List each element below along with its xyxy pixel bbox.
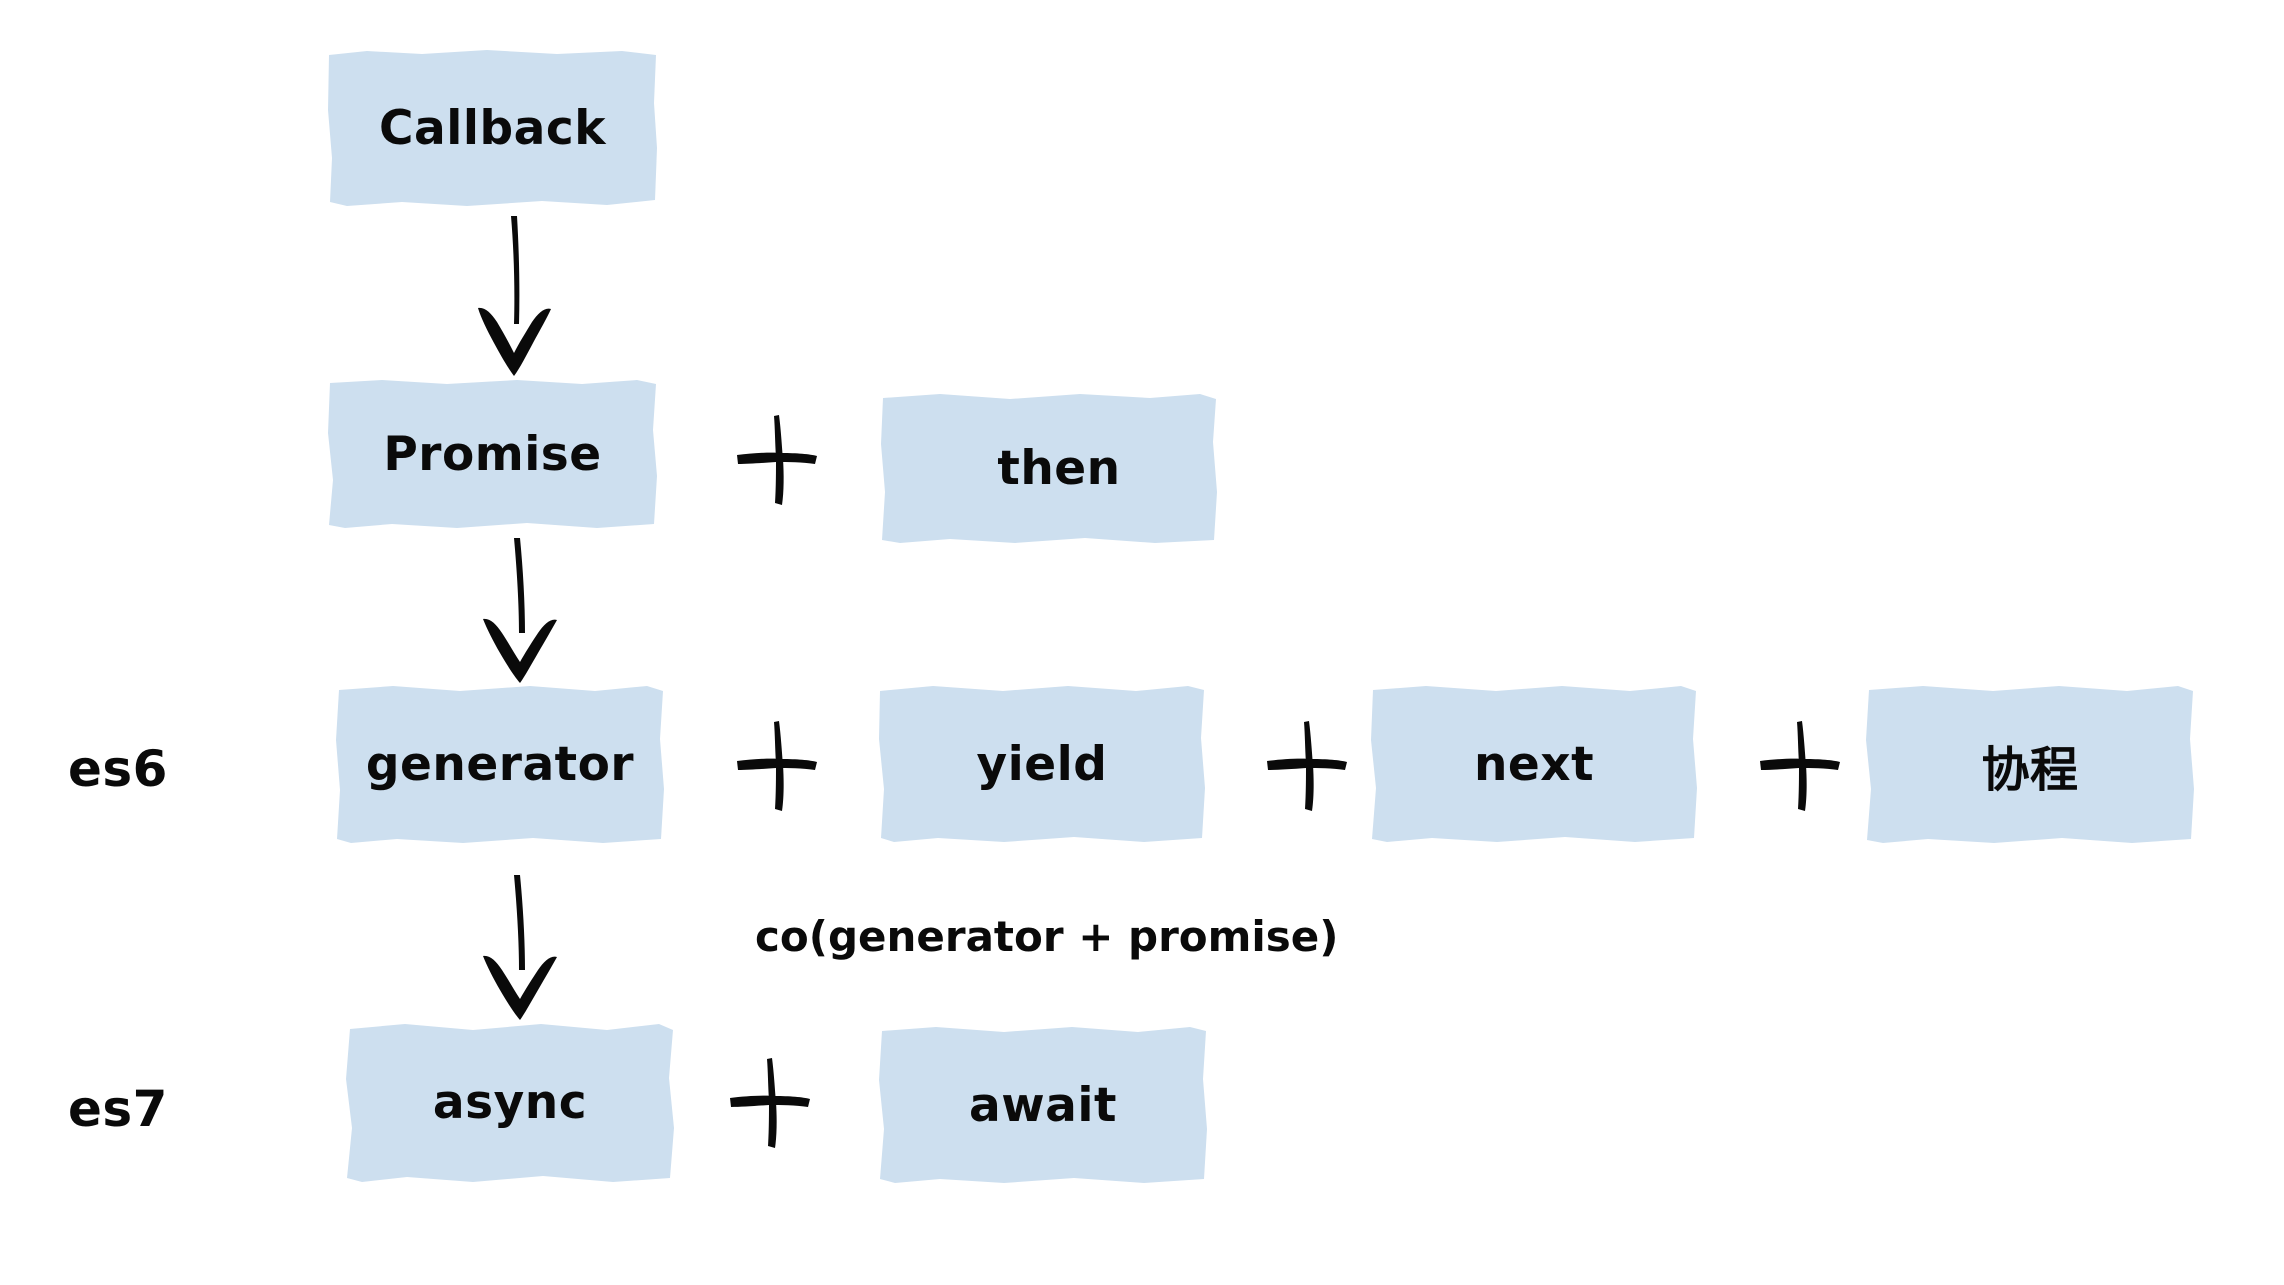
- node-callback-label: Callback: [379, 100, 606, 156]
- edge-promise-to-generator: [462, 535, 582, 685]
- node-then[interactable]: then: [880, 392, 1218, 545]
- node-then-label: then: [997, 441, 1121, 496]
- node-await-label: await: [969, 1077, 1117, 1133]
- node-generator-label: generator: [365, 737, 635, 792]
- plus-icon: [737, 721, 817, 811]
- era-label-es6: es6: [68, 740, 168, 798]
- diagram-canvas: Callback Promise then es6 generator yiel…: [0, 0, 2284, 1285]
- node-async-label: async: [432, 1075, 588, 1130]
- edge-generator-to-async: [462, 872, 582, 1022]
- era-label-es6-text: es6: [68, 740, 168, 798]
- node-coroutine-label: 协程: [1981, 741, 2079, 798]
- operator-plus-next-coroutine: [1755, 718, 1843, 814]
- node-await[interactable]: await: [878, 1025, 1208, 1185]
- arrow-down-icon: [478, 216, 551, 376]
- node-generator[interactable]: generator: [335, 684, 665, 845]
- arrow-down-icon: [483, 538, 557, 683]
- operator-plus-promise-then: [732, 412, 820, 508]
- node-async[interactable]: async: [345, 1022, 675, 1183]
- node-yield[interactable]: yield: [878, 684, 1206, 844]
- plus-icon: [737, 415, 817, 505]
- operator-plus-async-await: [725, 1055, 813, 1151]
- node-promise-label: Promise: [383, 426, 602, 482]
- annotation-co-note-text: co(generator + promise): [755, 912, 1339, 961]
- annotation-co-note: co(generator + promise): [755, 912, 1339, 961]
- era-label-es7: es7: [68, 1080, 168, 1138]
- node-next[interactable]: next: [1370, 684, 1698, 844]
- node-coroutine[interactable]: 协程: [1865, 684, 2195, 845]
- node-yield-label: yield: [976, 736, 1108, 792]
- node-promise[interactable]: Promise: [327, 378, 658, 530]
- operator-plus-generator-yield: [732, 718, 820, 814]
- plus-icon: [1267, 721, 1347, 811]
- era-label-es7-text: es7: [68, 1080, 168, 1138]
- arrow-down-icon: [483, 875, 557, 1020]
- edge-callback-to-promise: [455, 212, 575, 380]
- plus-icon: [1760, 721, 1840, 811]
- node-next-label: next: [1473, 736, 1595, 792]
- operator-plus-yield-next: [1262, 718, 1350, 814]
- plus-icon: [730, 1058, 810, 1148]
- node-callback[interactable]: Callback: [327, 48, 658, 208]
